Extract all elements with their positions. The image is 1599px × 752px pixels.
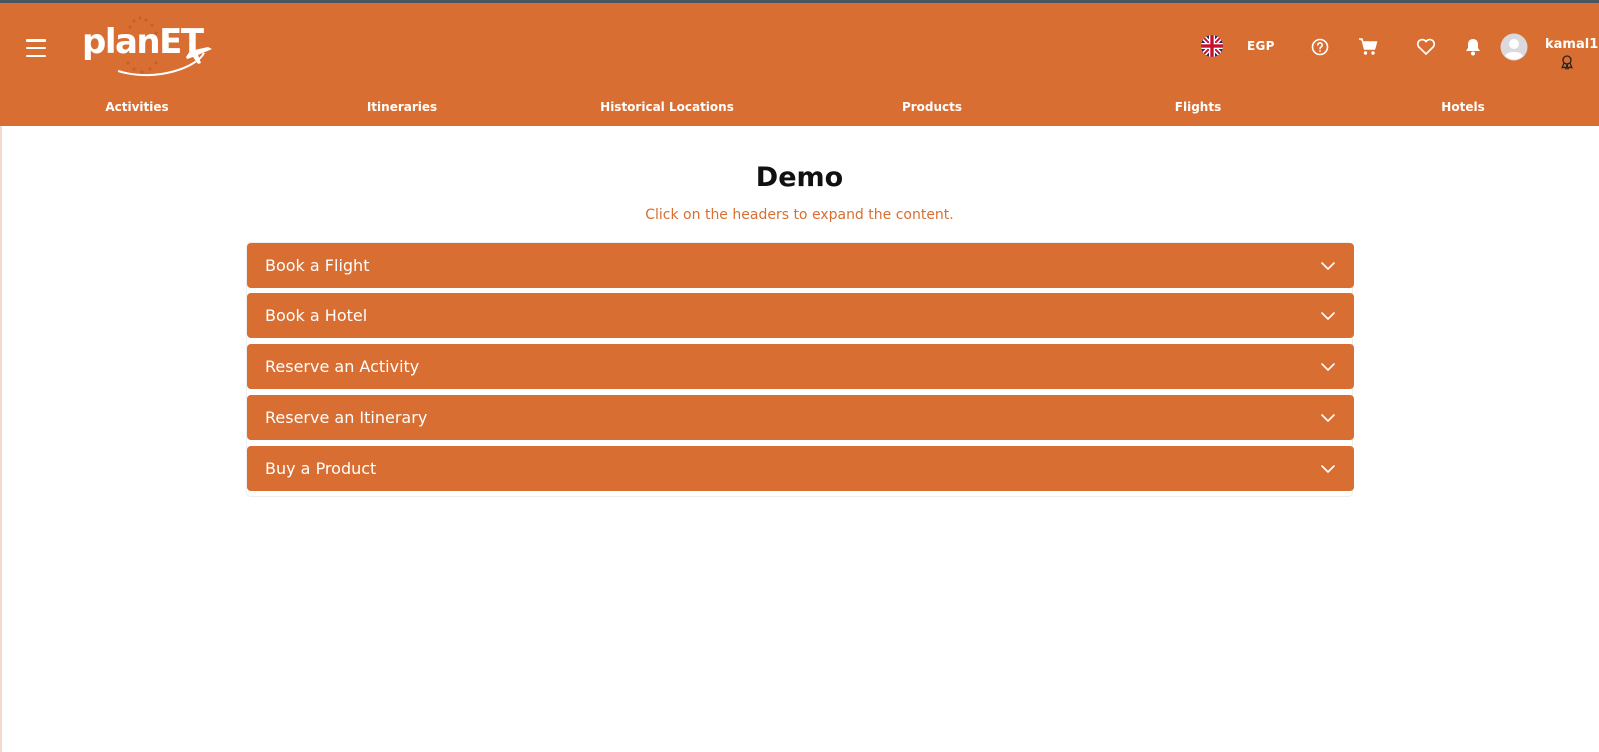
nav-item-historical-locations[interactable]: Historical Locations: [600, 100, 734, 114]
accordion-header-reserve-itinerary[interactable]: Reserve an Itinerary: [247, 395, 1354, 440]
uk-flag-icon[interactable]: [1200, 34, 1224, 58]
heart-icon[interactable]: [1416, 38, 1436, 56]
chevron-down-icon: [1321, 414, 1335, 422]
chevron-down-icon: [1321, 312, 1335, 320]
nav-item-products[interactable]: Products: [902, 100, 962, 114]
page-subtitle: Click on the headers to expand the conte…: [645, 207, 954, 223]
user-avatar-icon[interactable]: [1500, 33, 1528, 61]
page-title: Demo: [755, 162, 844, 193]
accordion-label: Book a Flight: [265, 256, 370, 275]
planet-logo[interactable]: planET: [78, 11, 213, 81]
nav-item-itineraries[interactable]: Itineraries: [367, 100, 437, 114]
logo-text: planET: [82, 22, 204, 62]
menu-bar: [26, 39, 46, 42]
bell-icon[interactable]: [1464, 37, 1482, 57]
shopping-cart-icon[interactable]: [1358, 37, 1378, 57]
accordion-label: Book a Hotel: [265, 306, 368, 325]
accordion-header-book-flight[interactable]: Book a Flight: [247, 243, 1354, 288]
menu-bar: [26, 46, 46, 50]
demo-accordion: Book a Flight Book a Hotel Reserve an Ac…: [246, 242, 1354, 497]
accordion-header-buy-product[interactable]: Buy a Product: [247, 446, 1354, 491]
site-header: planET EGP kamal1 Activities Itineraries…: [0, 3, 1599, 126]
username-label[interactable]: kamal1: [1545, 37, 1598, 52]
accordion-label: Reserve an Itinerary: [265, 408, 428, 427]
chevron-down-icon: [1321, 465, 1335, 473]
hamburger-menu-icon[interactable]: [24, 36, 48, 60]
nav-item-activities[interactable]: Activities: [105, 100, 168, 114]
award-badge-icon: [1559, 54, 1575, 70]
accordion-label: Buy a Product: [265, 459, 377, 478]
accordion-header-reserve-activity[interactable]: Reserve an Activity: [247, 344, 1354, 389]
nav-item-flights[interactable]: Flights: [1175, 100, 1221, 114]
accordion-label: Reserve an Activity: [265, 357, 420, 376]
menu-bar: [26, 54, 46, 57]
chevron-down-icon: [1321, 363, 1335, 371]
main-navigation: Activities Itineraries Historical Locati…: [0, 100, 1599, 120]
nav-item-hotels[interactable]: Hotels: [1441, 100, 1484, 114]
accordion-header-book-hotel[interactable]: Book a Hotel: [247, 293, 1354, 338]
currency-selector[interactable]: EGP: [1247, 39, 1275, 53]
help-circle-icon[interactable]: [1311, 38, 1329, 56]
chevron-down-icon: [1321, 262, 1335, 270]
